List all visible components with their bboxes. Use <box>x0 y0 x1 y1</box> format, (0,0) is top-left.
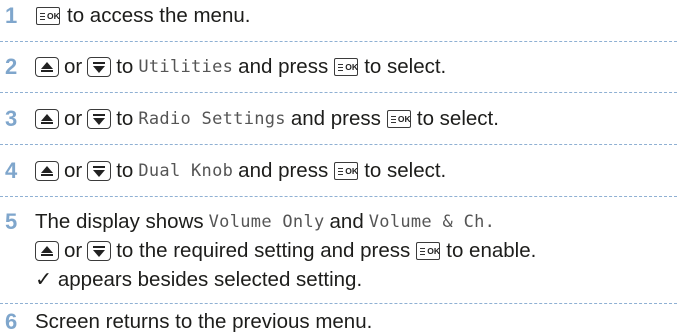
menu-ok-key-icon: OK <box>334 58 359 76</box>
step-number: 4 <box>5 158 18 183</box>
menu-ok-key-icon: OK <box>36 7 60 25</box>
step-line: OK to access the menu. <box>35 3 677 29</box>
arrow-up-key-icon <box>35 161 59 181</box>
step-line-3: ✓ appears besides selected setting. <box>35 267 677 293</box>
step-line: Screen returns to the previous menu. <box>35 309 677 335</box>
arrow-up-key-icon <box>35 241 59 261</box>
step-text: to access the menu. <box>67 4 251 27</box>
step-number: 1 <box>5 3 18 28</box>
arrow-up-key-icon <box>35 109 59 129</box>
step-tail-text: to select. <box>364 55 447 78</box>
separator <box>0 303 677 304</box>
step-line-2: or to the required setting and press OK … <box>35 238 677 264</box>
step-line: or to Radio Settings and press OK to sel… <box>35 106 677 132</box>
arrow-down-key-icon <box>87 57 112 77</box>
step-line: or to Utilities and press OK to select. <box>35 54 677 80</box>
step-number: 3 <box>5 106 18 131</box>
or-text: or <box>64 55 83 78</box>
and-press-text: and press <box>290 107 381 130</box>
step-line: or to Dual Knob and press OK to select. <box>35 158 677 184</box>
menu-ok-key-icon: OK <box>386 110 411 128</box>
step-tail-text: to select. <box>416 107 499 130</box>
step-number: 2 <box>5 54 18 79</box>
arrow-down-key-icon <box>87 161 112 181</box>
display-item: Utilities <box>138 57 234 77</box>
arrow-down-key-icon <box>87 241 112 261</box>
or-text: or <box>64 159 83 182</box>
step-number: 5 <box>5 209 18 234</box>
and-press-text: and press <box>238 55 329 78</box>
display-item: Radio Settings <box>138 109 286 129</box>
and-press-text: and press <box>238 159 329 182</box>
menu-ok-key-icon: OK <box>334 162 359 180</box>
separator <box>0 144 677 145</box>
menu-ok-key-icon: OK <box>416 242 441 260</box>
step-tail-text: to select. <box>364 159 447 182</box>
arrow-down-key-icon <box>87 109 112 129</box>
display-option-b: Volume & Ch. <box>368 212 496 232</box>
separator <box>0 41 677 42</box>
step-line-1: The display shows Volume Only and Volume… <box>35 209 677 235</box>
separator <box>0 92 677 93</box>
separator <box>0 196 677 197</box>
or-text: or <box>64 239 83 262</box>
and-text: and <box>329 210 364 233</box>
display-item: Dual Knob <box>138 161 234 181</box>
display-option-a: Volume Only <box>208 212 325 232</box>
to-text: to <box>116 107 134 130</box>
or-text: or <box>64 107 83 130</box>
arrow-up-key-icon <box>35 57 59 77</box>
step-number: 6 <box>5 309 18 334</box>
to-text: to <box>116 55 134 78</box>
display-shows-text: The display shows <box>35 210 204 233</box>
checkmark-note: ✓ appears besides selected setting. <box>35 268 363 291</box>
required-setting-text: to the required setting and press <box>116 239 411 262</box>
step-tail-text: to enable. <box>446 239 537 262</box>
step-text: Screen returns to the previous menu. <box>35 310 373 333</box>
to-text: to <box>116 159 134 182</box>
